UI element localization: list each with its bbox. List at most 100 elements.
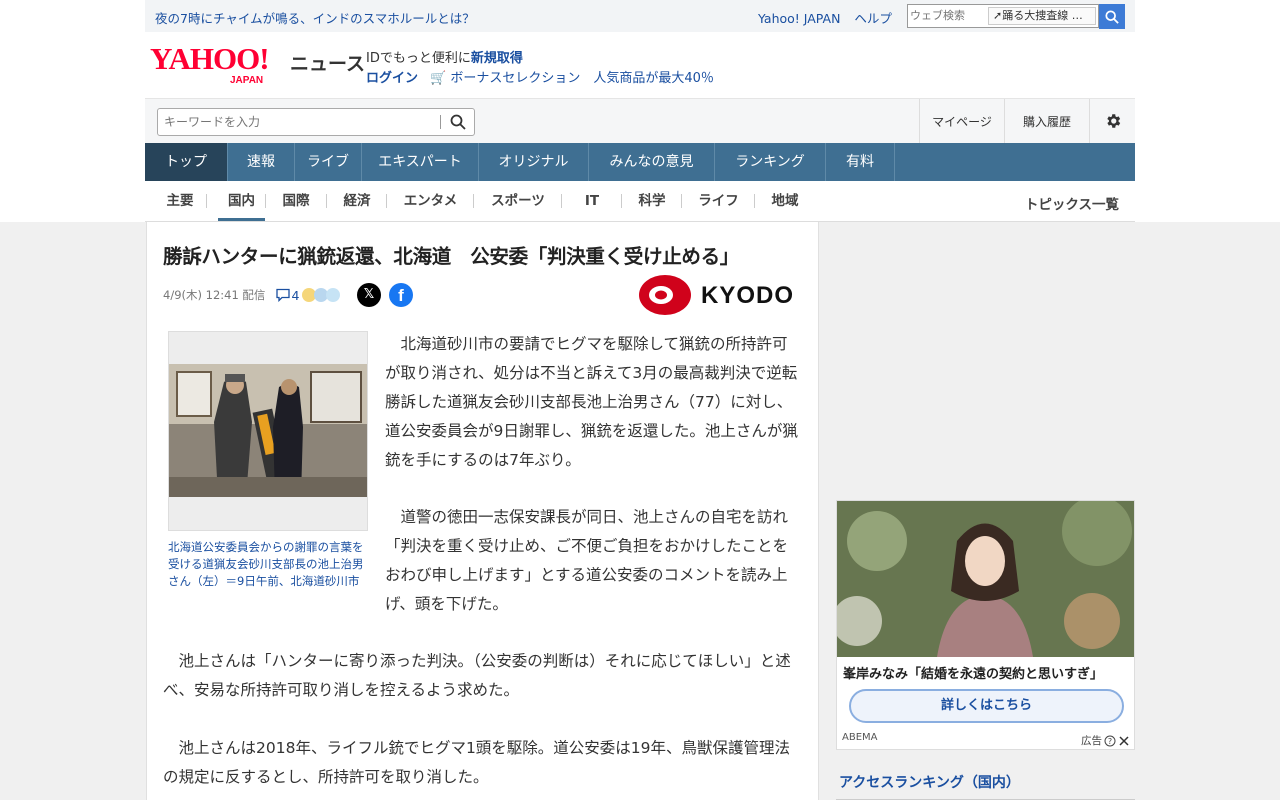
- category-region[interactable]: 地域: [755, 181, 815, 221]
- publish-date: 4/9(木) 12:41 配信: [163, 288, 266, 302]
- news-logo-text[interactable]: ニュース: [290, 49, 365, 76]
- tab-top[interactable]: トップ: [145, 143, 228, 181]
- category-it[interactable]: IT: [562, 181, 622, 221]
- close-icon[interactable]: [1118, 735, 1130, 747]
- web-search-input[interactable]: [910, 8, 988, 24]
- category-main[interactable]: 主要: [145, 181, 207, 221]
- account-buttons: マイページ 購入履歴: [919, 99, 1135, 143]
- category-label: 経済: [343, 193, 371, 209]
- category-life[interactable]: ライフ: [682, 181, 755, 221]
- sidebar-ad[interactable]: 峯岸みなみ「結婚を永遠の契約と思いすぎ」 詳しくはこちら ABEMA 広告 ?: [836, 500, 1135, 750]
- ranking-title[interactable]: アクセスランキング（国内）: [839, 772, 1020, 792]
- divider: [206, 194, 207, 208]
- tab-breaking[interactable]: 速報: [228, 143, 295, 181]
- photo-image: [169, 364, 367, 497]
- yahoo-japan-link[interactable]: Yahoo! JAPAN: [758, 11, 840, 26]
- comment-link[interactable]: 4: [275, 287, 341, 303]
- top-links: Yahoo! JAPAN ヘルプ: [758, 8, 902, 27]
- category-label: ライフ: [698, 193, 739, 209]
- trend-label: 踊る大捜査線 …: [1002, 9, 1083, 22]
- category-label: 科学: [638, 193, 666, 209]
- article-title: 勝訴ハンターに猟銃返還、北海道 公安委「判決重く受け止める」: [163, 245, 740, 268]
- category-science[interactable]: 科学: [622, 181, 682, 221]
- comment-icon: [276, 288, 291, 302]
- logo-row: YAHOO! JAPAN ニュース IDでもっと便利に新規取得 ログイン 🛒 ボー…: [145, 32, 1135, 98]
- topics-list-link[interactable]: トピックス一覧: [1025, 193, 1119, 213]
- article-paragraph: 道警の徳田一志保安課長が同日、池上さんの自宅を訪れ「判決を重く受け止め、ご不便ご…: [385, 508, 789, 613]
- x-share-icon[interactable]: 𝕏: [357, 283, 381, 307]
- category-domestic[interactable]: 国内: [218, 181, 265, 221]
- tab-ranking[interactable]: ランキング: [715, 143, 826, 181]
- id-promo-text: IDでもっと便利に: [366, 51, 471, 66]
- ad-label-text: 広告: [1081, 735, 1102, 747]
- purchase-history-button[interactable]: 購入履歴: [1004, 99, 1089, 143]
- divider: [265, 194, 266, 208]
- yahoo-logo-text: YAHOO!: [150, 41, 270, 76]
- category-economy[interactable]: 経済: [327, 181, 387, 221]
- tab-original[interactable]: オリジナル: [479, 143, 589, 181]
- article-paragraph: 北海道砂川市の要請でヒグマを駆除して猟銃の所持許可が取り消され、処分は不当と訴え…: [385, 335, 798, 469]
- japan-logo-text: JAPAN: [230, 75, 264, 86]
- keyword-search-box: [157, 108, 475, 136]
- article-paragraph: 池上さんは2018年、ライフル銃でヒグマ1頭を駆除。道公安委は19年、鳥獣保護管…: [163, 739, 791, 786]
- kyodo-logo[interactable]: KYODO: [639, 274, 799, 316]
- tab-expert[interactable]: エキスパート: [362, 143, 479, 181]
- ad-title[interactable]: 峯岸みなみ「結婚を永遠の契約と思いすぎ」: [843, 663, 1103, 682]
- search-divider: [440, 115, 441, 129]
- category-sports[interactable]: スポーツ: [474, 181, 562, 221]
- kyodo-mark-icon: [639, 275, 691, 315]
- ad-source: ABEMA: [842, 732, 878, 743]
- web-search-box: ➚踊る大捜査線 …: [907, 4, 1099, 28]
- reaction-faces-icon: [302, 288, 341, 302]
- login-link[interactable]: ログイン: [366, 71, 418, 86]
- article-photo[interactable]: [168, 331, 368, 531]
- search-icon: [1105, 9, 1119, 24]
- category-nav: 主要 国内 国際 経済 エンタメ スポーツ IT 科学 ライフ 地域 トピックス…: [145, 181, 1135, 222]
- mypage-button[interactable]: マイページ: [919, 99, 1004, 143]
- keyword-search-input[interactable]: [164, 114, 434, 130]
- comment-count: 4: [291, 287, 300, 303]
- access-ranking-header: アクセスランキング（国内）: [836, 768, 1135, 800]
- category-list: 主要 国内 国際 経済 エンタメ スポーツ IT 科学 ライフ 地域: [145, 181, 815, 221]
- top-notice-link[interactable]: 夜の7時にチャイムが鳴る、インドのスマホルールとは？: [155, 8, 475, 27]
- photo-caption[interactable]: 北海道公安委員会からの謝罪の言葉を受ける道猟友会砂川支部長の池上治男さん（左）＝…: [168, 539, 370, 590]
- search-icon[interactable]: [450, 114, 466, 130]
- tab-live[interactable]: ライブ: [295, 143, 362, 181]
- category-label: 国際: [282, 193, 310, 209]
- web-search-button[interactable]: [1099, 4, 1125, 29]
- gear-icon: [1106, 114, 1120, 128]
- tab-paid[interactable]: 有料: [826, 143, 895, 181]
- search-row: マイページ 購入履歴: [145, 98, 1135, 143]
- id-promo: IDでもっと便利に新規取得: [366, 47, 523, 66]
- article: 勝訴ハンターに猟銃返還、北海道 公安委「判決重く受け止める」 4/9(木) 12…: [146, 222, 819, 800]
- category-label: 国内: [228, 193, 255, 209]
- category-entertainment[interactable]: エンタメ: [387, 181, 474, 221]
- tab-opinions[interactable]: みんなの意見: [589, 143, 715, 181]
- category-label: エンタメ: [403, 193, 458, 209]
- ad-cta-button[interactable]: 詳しくはこちら: [849, 689, 1124, 723]
- help-link[interactable]: ヘルプ: [854, 11, 892, 26]
- settings-button[interactable]: [1089, 99, 1135, 143]
- article-meta: 4/9(木) 12:41 配信 4: [163, 287, 341, 303]
- register-link[interactable]: 新規取得: [471, 51, 523, 66]
- category-label: スポーツ: [491, 193, 545, 209]
- article-paragraph: 池上さんは「ハンターに寄り添った判決。（公安委の判断は）それに応じてほしい」と述…: [163, 652, 791, 699]
- yahoo-logo[interactable]: YAHOO! JAPAN: [150, 41, 288, 86]
- trend-arrow-icon: ➚: [993, 9, 1003, 22]
- category-label: 主要: [166, 193, 194, 209]
- category-international[interactable]: 国際: [265, 181, 327, 221]
- category-label: 地域: [771, 193, 799, 209]
- adchoices-icon[interactable]: ?: [1104, 735, 1116, 747]
- ad-image: [837, 501, 1134, 657]
- svg-text:?: ?: [1108, 737, 1112, 746]
- cart-icon: 🛒: [430, 71, 447, 86]
- main-nav: トップ 速報 ライブ エキスパート オリジナル みんなの意見 ランキング 有料: [145, 143, 1135, 181]
- bonus-link[interactable]: ボーナスセレクション 人気商品が最大40％: [450, 71, 714, 86]
- trend-keyword[interactable]: ➚踊る大捜査線 …: [988, 7, 1096, 25]
- kyodo-logo-text: KYODO: [701, 282, 795, 309]
- category-label: IT: [584, 193, 600, 209]
- ad-label: 広告 ?: [1081, 733, 1130, 748]
- facebook-share-icon[interactable]: f: [389, 283, 413, 307]
- top-bar: 夜の7時にチャイムが鳴る、インドのスマホルールとは？ Yahoo! JAPAN …: [145, 0, 1135, 32]
- login-line: ログイン 🛒 ボーナスセレクション 人気商品が最大40％: [366, 67, 714, 86]
